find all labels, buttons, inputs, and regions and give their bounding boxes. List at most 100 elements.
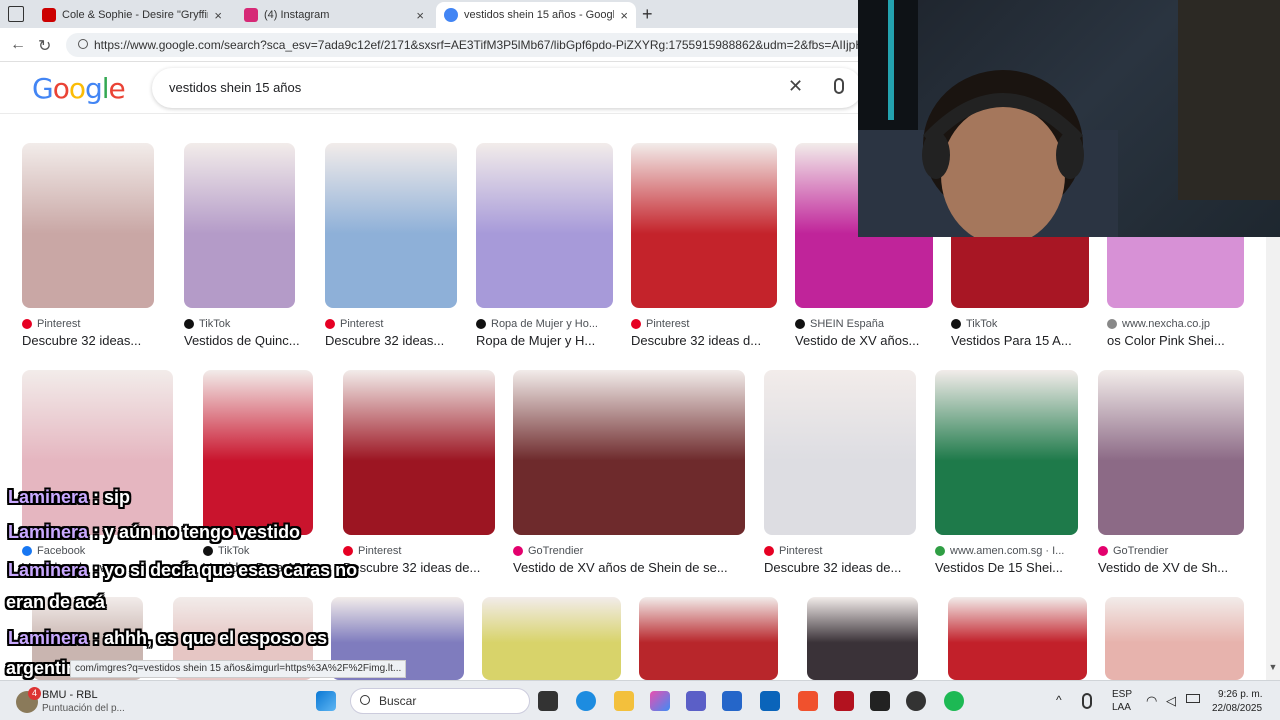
store-icon[interactable] xyxy=(722,691,742,711)
tab-instagram[interactable]: (4) Instagram × xyxy=(236,2,432,28)
reload-icon[interactable]: ↻ xyxy=(38,36,51,56)
brave-icon[interactable] xyxy=(798,691,818,711)
source-label: Pinterest xyxy=(358,545,402,557)
result-thumbnail[interactable] xyxy=(807,597,918,680)
result-thumbnail[interactable] xyxy=(22,143,154,308)
result-thumbnail[interactable] xyxy=(639,597,778,680)
result-thumbnail[interactable] xyxy=(631,143,777,308)
shield-icon[interactable] xyxy=(834,691,854,711)
result-thumbnail[interactable] xyxy=(1098,370,1244,535)
obs-icon[interactable] xyxy=(870,691,890,711)
language[interactable]: ESP xyxy=(1112,689,1132,700)
result-thumbnail[interactable] xyxy=(22,370,173,535)
tray-chevron-icon[interactable]: ^ xyxy=(1056,693,1062,707)
edge-icon[interactable] xyxy=(576,691,596,711)
task-view-icon[interactable] xyxy=(538,691,558,711)
result-thumbnail[interactable] xyxy=(476,143,613,308)
result-caption[interactable]: Ropa de Mujer y H... xyxy=(476,333,595,348)
url-field[interactable]: https://www.google.com/search?sca_esv=7a… xyxy=(66,33,866,57)
result-caption[interactable]: Vestido de XV años de Shein de se... xyxy=(513,560,728,575)
battery-icon[interactable] xyxy=(1186,694,1200,703)
source-label: TikTok xyxy=(966,318,998,330)
result-caption[interactable]: Vestido de XV de Sh... xyxy=(1098,560,1228,575)
status-url: com/imgres?q=vestidos shein 15 años&imgu… xyxy=(70,660,407,678)
result-thumbnail[interactable] xyxy=(482,597,621,680)
result-source[interactable]: TikTok xyxy=(951,318,997,330)
taskbar: 4 BMU - RBL Puntuación del p... Buscar ^… xyxy=(0,680,1280,720)
result-source[interactable]: GoTrendier xyxy=(1098,545,1168,557)
result-thumbnail[interactable] xyxy=(764,370,916,535)
close-icon[interactable]: × xyxy=(416,8,424,23)
result-source[interactable]: Facebook xyxy=(22,545,85,557)
windows-start-icon[interactable] xyxy=(316,691,336,711)
result-source[interactable]: TikTok xyxy=(203,545,249,557)
source-icon xyxy=(631,319,641,329)
result-source[interactable]: Pinterest xyxy=(22,318,80,330)
chat-username: Laminera xyxy=(8,522,89,542)
result-source[interactable]: Pinterest xyxy=(764,545,822,557)
result-thumbnail[interactable] xyxy=(343,370,495,535)
result-caption[interactable]: os Color Pink Shei... xyxy=(1107,333,1225,348)
new-tab-button[interactable]: + xyxy=(642,4,653,25)
folder-icon[interactable] xyxy=(614,691,634,711)
result-caption[interactable]: Descubre 32 ideas d... xyxy=(631,333,761,348)
result-thumbnail[interactable] xyxy=(935,370,1078,535)
mic-tray-icon[interactable] xyxy=(1082,693,1092,709)
source-icon xyxy=(1098,546,1108,556)
google-logo[interactable]: Google xyxy=(32,72,126,105)
result-caption[interactable]: Descubre 32 ideas... xyxy=(325,333,444,348)
result-source[interactable]: Pinterest xyxy=(631,318,689,330)
wifi-icon[interactable]: ◠ xyxy=(1146,693,1157,709)
result-source[interactable]: TikTok xyxy=(184,318,230,330)
scroll-down-icon[interactable]: ▼ xyxy=(1266,662,1280,672)
volume-icon[interactable]: ◁ xyxy=(1166,693,1176,709)
clock-time[interactable]: 9:26 p. m. xyxy=(1218,689,1262,700)
search-input[interactable]: vestidos shein 15 años xyxy=(169,80,301,95)
result-source[interactable]: Pinterest xyxy=(325,318,383,330)
outlook-icon[interactable] xyxy=(760,691,780,711)
youtube-icon xyxy=(42,8,56,22)
chat-text: : yo si decía que esas caras no xyxy=(88,560,358,580)
result-source[interactable]: SHEIN España xyxy=(795,318,884,330)
result-caption[interactable]: Vestidos de Quinc... xyxy=(184,333,300,348)
search-box[interactable]: vestidos shein 15 años ✕ xyxy=(152,68,862,108)
result-thumbnail[interactable] xyxy=(1105,597,1244,680)
notification-badge: 4 xyxy=(28,687,41,700)
result-caption[interactable]: Vestidos Para 15 A... xyxy=(951,333,1072,348)
result-source[interactable]: Ropa de Mujer y Ho... xyxy=(476,318,598,330)
clock-date[interactable]: 22/08/2025 xyxy=(1212,703,1262,714)
mic-icon[interactable] xyxy=(834,78,844,94)
back-icon[interactable]: ← xyxy=(10,36,26,54)
tab-youtube[interactable]: Cole & Sophie - Desire "Gryffin Remix" × xyxy=(34,2,230,28)
result-thumbnail[interactable] xyxy=(325,143,457,308)
chat-message: Laminera : yo si decía que esas caras no xyxy=(8,560,357,581)
tab-actions-icon[interactable] xyxy=(8,6,24,22)
scrollbar[interactable] xyxy=(1266,237,1280,680)
close-icon[interactable]: × xyxy=(620,8,628,23)
taskbar-search[interactable]: Buscar xyxy=(350,688,530,714)
clear-icon[interactable]: ✕ xyxy=(788,76,803,97)
spotify-icon[interactable] xyxy=(944,691,964,711)
result-source[interactable]: www.nexcha.co.jp xyxy=(1107,318,1210,330)
tab-google-search[interactable]: vestidos shein 15 años - Google Search × xyxy=(436,2,636,28)
result-thumbnail[interactable] xyxy=(203,370,313,535)
result-thumbnail[interactable] xyxy=(948,597,1087,680)
result-caption[interactable]: Vestidos De 15 Shei... xyxy=(935,560,1063,575)
teams-icon[interactable] xyxy=(686,691,706,711)
copilot-icon[interactable] xyxy=(650,691,670,711)
tab-title: Cole & Sophie - Desire "Gryffin Remix" xyxy=(62,9,208,21)
result-caption[interactable]: Vestido de XV años... xyxy=(795,333,919,348)
result-thumbnail[interactable] xyxy=(184,143,295,308)
app-icon[interactable] xyxy=(906,691,926,711)
result-caption[interactable]: Descubre 32 ideas... xyxy=(22,333,141,348)
result-source[interactable]: GoTrendier xyxy=(513,545,583,557)
result-thumbnail[interactable] xyxy=(513,370,745,535)
result-caption[interactable]: Descubre 32 ideas de... xyxy=(343,560,480,575)
source-icon xyxy=(343,546,353,556)
result-source[interactable]: www.amen.com.sg · I... xyxy=(935,545,1064,557)
result-caption[interactable]: Descubre 32 ideas de... xyxy=(764,560,901,575)
result-source[interactable]: Pinterest xyxy=(343,545,401,557)
site-info-icon[interactable] xyxy=(78,39,88,49)
close-icon[interactable]: × xyxy=(214,8,222,23)
chat-username: Laminera xyxy=(8,487,89,507)
